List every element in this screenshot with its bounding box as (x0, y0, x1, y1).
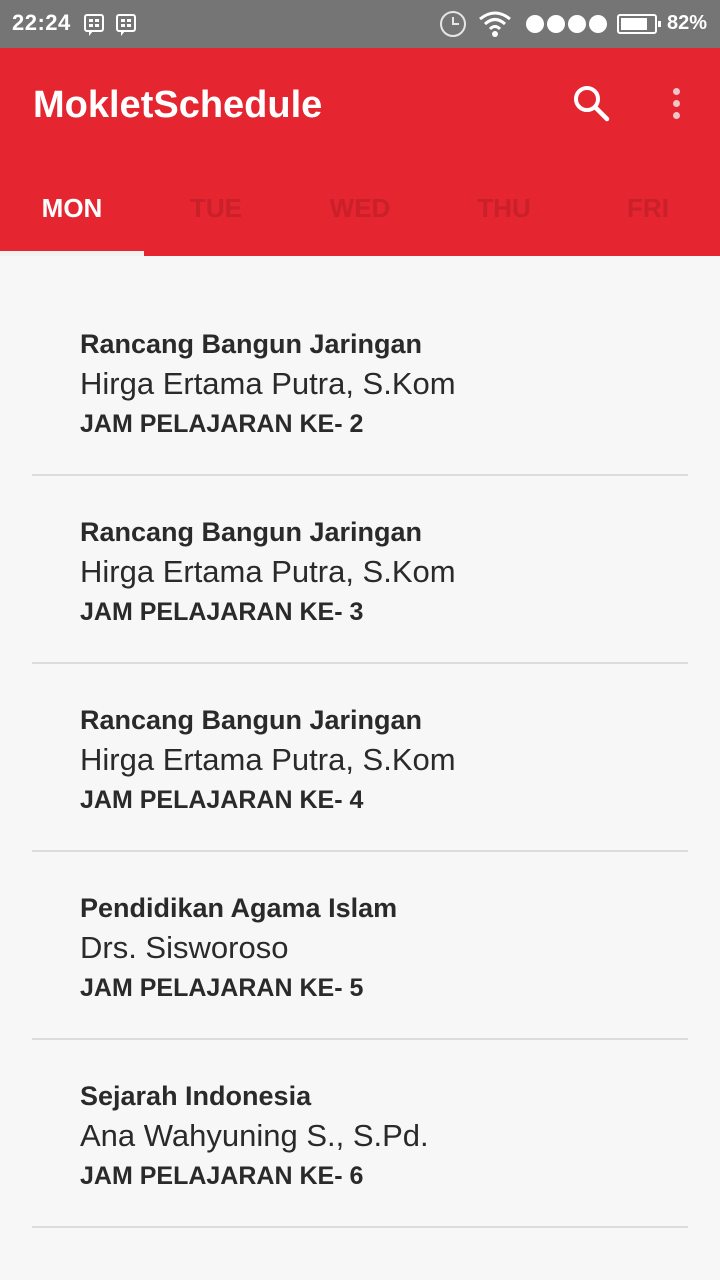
schedule-item[interactable]: Rancang Bangun Jaringan Hirga Ertama Put… (32, 664, 688, 852)
tab-fri[interactable]: FRI (576, 160, 720, 256)
day-tabs: MON TUE WED THU FRI (0, 160, 720, 256)
alarm-icon (440, 11, 466, 37)
subject-name: Rancang Bangun Jaringan (80, 705, 423, 735)
schedule-item[interactable]: Pendidikan Agama Islam Drs. Sisworoso JA… (32, 852, 688, 1040)
more-options-button[interactable] (656, 78, 696, 128)
status-time: 22:24 (12, 10, 71, 35)
tab-wed[interactable]: WED (288, 160, 432, 256)
teacher-name: Hirga Ertama Putra, S.Kom (80, 366, 456, 401)
period-label: JAM PELAJARAN KE- 3 (80, 598, 364, 626)
subject-name: Sejarah Indonesia (80, 1081, 312, 1111)
search-button[interactable] (566, 78, 616, 128)
bbm-icon (116, 14, 136, 36)
schedule-item[interactable]: Rancang Bangun Jaringan Hirga Ertama Put… (32, 256, 688, 476)
teacher-name: Hirga Ertama Putra, S.Kom (80, 742, 456, 777)
wifi-icon (478, 10, 512, 43)
teacher-name: Ana Wahyuning S., S.Pd. (80, 1118, 429, 1153)
period-label: JAM PELAJARAN KE- 5 (80, 974, 364, 1002)
period-label: JAM PELAJARAN KE- 2 (80, 410, 364, 438)
bbm-icon (84, 14, 104, 36)
signal-icon (526, 15, 607, 33)
app-title: MokletSchedule (33, 84, 323, 126)
battery-percentage: 82% (667, 12, 708, 34)
status-bar: 22:24 82% (0, 0, 720, 48)
teacher-name: Hirga Ertama Putra, S.Kom (80, 554, 456, 589)
tab-tue[interactable]: TUE (144, 160, 288, 256)
battery-icon (617, 14, 661, 34)
subject-name: Rancang Bangun Jaringan (80, 517, 423, 547)
period-label: JAM PELAJARAN KE- 6 (80, 1162, 364, 1190)
schedule-list: Rancang Bangun Jaringan Hirga Ertama Put… (0, 256, 720, 1228)
app-bar: MokletSchedule MON TUE WED THU FRI (0, 48, 720, 256)
period-label: JAM PELAJARAN KE- 4 (80, 786, 364, 814)
tab-thu[interactable]: THU (432, 160, 576, 256)
tab-mon[interactable]: MON (0, 160, 144, 256)
teacher-name: Drs. Sisworoso (80, 930, 289, 965)
subject-name: Pendidikan Agama Islam (80, 893, 398, 923)
subject-name: Rancang Bangun Jaringan (80, 329, 423, 359)
schedule-item[interactable]: Sejarah Indonesia Ana Wahyuning S., S.Pd… (32, 1040, 688, 1228)
more-vert-icon (672, 87, 680, 95)
search-icon (574, 86, 610, 122)
schedule-item[interactable]: Rancang Bangun Jaringan Hirga Ertama Put… (32, 476, 688, 664)
